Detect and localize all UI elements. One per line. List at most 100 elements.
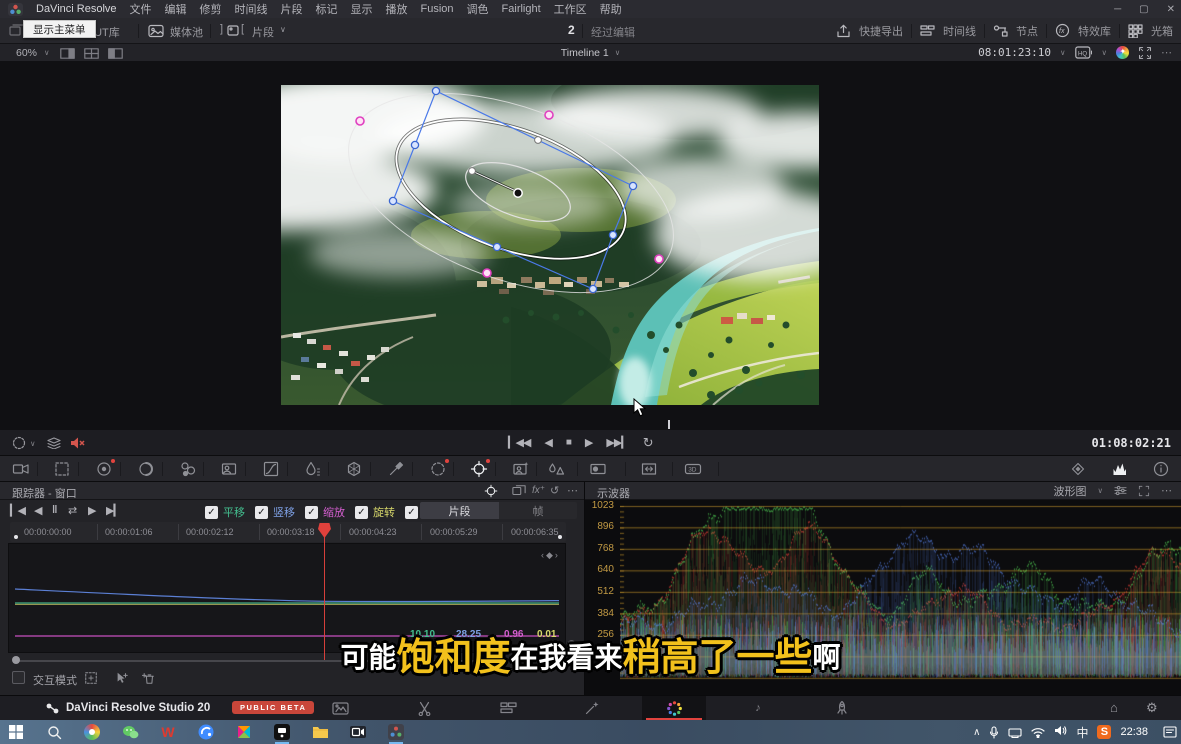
quick-export-icon[interactable] xyxy=(836,24,851,38)
loop-button[interactable]: ↻ xyxy=(643,435,654,451)
camera-raw-hq-icon[interactable]: HQ xyxy=(1075,46,1093,59)
color-wheels-icon[interactable] xyxy=(95,460,113,478)
picker-icon[interactable] xyxy=(387,460,405,478)
expand-viewer-icon[interactable] xyxy=(1138,46,1152,60)
scope-settings-icon[interactable] xyxy=(1114,484,1127,497)
timeline-select[interactable]: Timeline 1 xyxy=(561,47,609,59)
page-media[interactable] xyxy=(308,696,372,720)
layers-icon[interactable] xyxy=(46,437,62,449)
tracker-target-icon[interactable] xyxy=(484,484,498,498)
rotate-checkbox[interactable]: ✓ xyxy=(355,506,368,519)
sizing-tool-icon[interactable] xyxy=(640,460,658,478)
page-deliver[interactable] xyxy=(810,696,874,720)
davinci-taskbar-icon[interactable] xyxy=(384,720,408,744)
viewer-timecode[interactable]: 08:01:23:10 xyxy=(978,46,1051,59)
track-reverse-button[interactable]: ◀ xyxy=(34,504,41,517)
menu-playback[interactable]: 播放 xyxy=(386,1,408,17)
track-forward-first-button[interactable]: ▶▎ xyxy=(106,504,121,517)
device-tray-icon[interactable] xyxy=(1008,727,1022,738)
menu-view[interactable]: 显示 xyxy=(351,1,373,17)
wechat-icon[interactable] xyxy=(118,720,142,744)
effects-library-button[interactable]: 特效库 xyxy=(1078,23,1111,39)
compare-icon[interactable] xyxy=(512,484,526,498)
play-button[interactable]: ▶ xyxy=(585,436,592,449)
tab-frame[interactable]: 帧 xyxy=(499,502,577,519)
page-color[interactable] xyxy=(642,696,706,720)
mute-audio-icon[interactable] xyxy=(70,436,85,450)
color-warper-icon[interactable] xyxy=(345,460,363,478)
tracker-palette-icon[interactable] xyxy=(470,460,488,478)
menu-fairlight[interactable]: Fairlight xyxy=(502,3,541,15)
timeline-panel-button[interactable]: 时间线 xyxy=(943,23,976,39)
file-explorer-icon[interactable] xyxy=(308,720,332,744)
app-name-menu[interactable]: DaVinci Resolve xyxy=(36,3,117,15)
track-reverse-last-button[interactable]: ▎◀ xyxy=(10,504,25,517)
pan-checkbox[interactable]: ✓ xyxy=(205,506,218,519)
clock[interactable]: 22:38 xyxy=(1120,726,1148,738)
reset-icon[interactable]: ↺ xyxy=(550,484,559,497)
settings-gear-icon[interactable]: ⚙ xyxy=(1146,700,1158,716)
scope-options-icon[interactable]: ⋯ xyxy=(1161,484,1173,497)
menu-mark[interactable]: 标记 xyxy=(316,1,338,17)
page-fusion[interactable] xyxy=(560,696,624,720)
ime-indicator[interactable]: 中 xyxy=(1076,724,1088,741)
effects-library-icon[interactable]: fx xyxy=(1055,23,1070,38)
menu-clip[interactable]: 片段 xyxy=(281,1,303,17)
scope-mode-select[interactable]: 波形图 xyxy=(1054,483,1087,499)
delete-tracker-point-icon[interactable] xyxy=(142,671,156,685)
sogou-icon[interactable]: S xyxy=(1097,725,1111,739)
go-first-frame-button[interactable]: ▎◀◀ xyxy=(508,436,530,449)
tracker-ruler[interactable]: 00:00:00:00 00:00:01:06 00:00:02:12 00:0… xyxy=(10,522,566,542)
menu-color[interactable]: 调色 xyxy=(467,1,489,17)
stereo-3d-icon[interactable]: 3D xyxy=(684,460,702,478)
qualifier-icon[interactable] xyxy=(304,460,322,478)
graph-zoom-slider-knob[interactable] xyxy=(12,656,20,664)
curves-icon[interactable] xyxy=(262,460,280,478)
step-back-button[interactable]: ◀ xyxy=(544,436,551,449)
nodes-panel-icon[interactable] xyxy=(993,24,1008,38)
search-icon[interactable] xyxy=(42,720,66,744)
lightbox-button[interactable]: 光箱 xyxy=(1151,23,1173,39)
menu-file[interactable]: 文件 xyxy=(130,1,152,17)
wifi-tray-icon[interactable] xyxy=(1031,727,1045,738)
browser-chrome-icon[interactable] xyxy=(80,720,104,744)
page-cut[interactable] xyxy=(392,696,456,720)
go-last-frame-button[interactable]: ▶▶▎ xyxy=(606,436,628,449)
fx-icon[interactable]: fx⁺ xyxy=(532,485,545,496)
hdr-wheels-icon[interactable] xyxy=(137,460,155,478)
tracker-options-icon[interactable]: ⋯ xyxy=(567,484,579,497)
volume-tray-icon[interactable] xyxy=(1054,725,1067,739)
scrub-position-tick[interactable] xyxy=(668,420,670,429)
timeline-panel-icon[interactable] xyxy=(920,24,935,38)
close-button[interactable]: ✕ xyxy=(1167,4,1175,15)
wps-icon[interactable]: W xyxy=(156,720,180,744)
window-palette-icon[interactable] xyxy=(429,460,447,478)
video-app-icon[interactable] xyxy=(346,720,370,744)
lightbox-icon[interactable] xyxy=(1128,24,1143,38)
microphone-tray-icon[interactable] xyxy=(989,726,999,739)
3d-checkbox[interactable]: ✓ xyxy=(405,506,418,519)
nodes-panel-button[interactable]: 节点 xyxy=(1016,23,1038,39)
maximize-button[interactable]: ▢ xyxy=(1139,4,1148,15)
home-button[interactable]: ⌂ xyxy=(1110,700,1118,715)
tab-clip[interactable]: 片段 xyxy=(420,502,499,519)
insert-frame-icon[interactable] xyxy=(84,671,98,685)
clip-button[interactable]: 片段 xyxy=(252,24,274,40)
browser-blue-icon[interactable] xyxy=(194,720,218,744)
start-button[interactable] xyxy=(4,720,28,744)
media-pool-button[interactable]: 媒体池 xyxy=(170,24,203,40)
track-forward-button[interactable]: ▶ xyxy=(88,504,95,517)
proxy-circle-icon[interactable] xyxy=(12,436,26,450)
capcut-app-icon[interactable] xyxy=(270,720,294,744)
notification-center-icon[interactable] xyxy=(1163,726,1177,738)
gallery-grid-view-icon[interactable] xyxy=(84,48,99,59)
key-palette-icon[interactable] xyxy=(589,460,607,478)
single-clip-view-icon[interactable] xyxy=(60,48,75,59)
stop-button[interactable]: ■ xyxy=(566,437,571,448)
clip-icon[interactable] xyxy=(227,25,239,36)
tray-expand-icon[interactable]: ∧ xyxy=(973,727,980,738)
video-frame[interactable] xyxy=(281,85,819,405)
menu-fusion[interactable]: Fusion xyxy=(421,3,454,15)
scopes-panel-icon[interactable] xyxy=(1111,460,1129,478)
stop-tracking-button[interactable]: ‖ xyxy=(52,504,57,516)
